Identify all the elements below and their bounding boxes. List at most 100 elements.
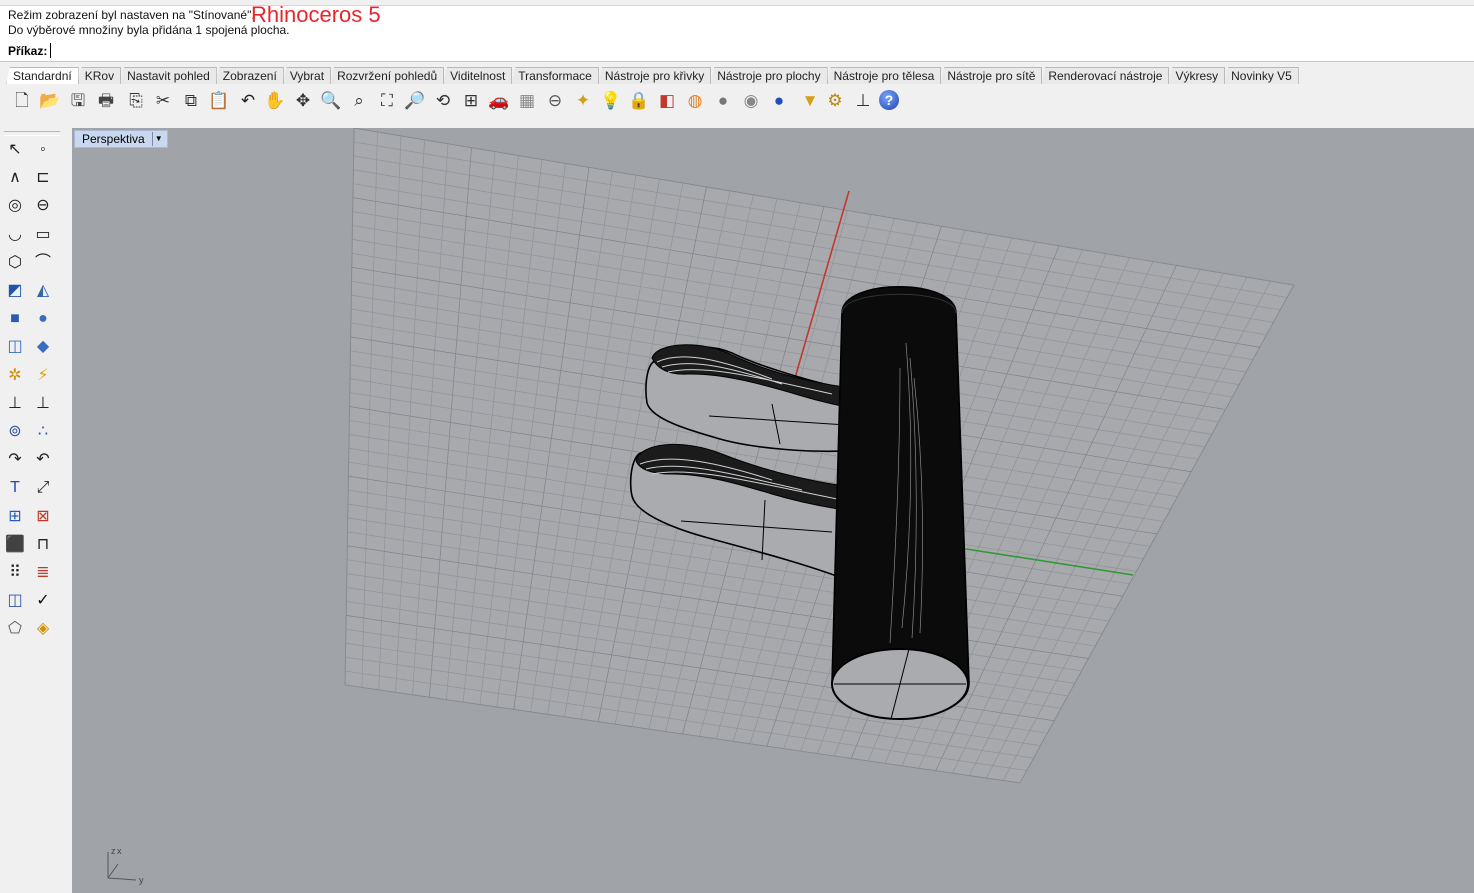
tab-9[interactable]: Nástroje pro plochy	[710, 67, 828, 84]
join-icon[interactable]: ⊥	[31, 392, 55, 416]
axis-label-x: x	[117, 846, 122, 856]
mirror-icon[interactable]: ⊠	[31, 505, 55, 529]
rectangle-icon[interactable]: ▭	[31, 223, 55, 247]
point-icon[interactable]: ◦	[31, 138, 55, 162]
standard-toolbar: 🗋 📂 🖫 🖶 ⎘ ✂ ⧉ 📋 ↶ ✋ ✥ 🔍 ⌕ ⛶ 🔎 ⟲ ⊞ 🚗 ▦ ⊖ ✦ 💡 🔒 ◧ ◍ ● ◉ ● ▼ ⚙ ⊥?	[0, 84, 1474, 129]
command-label: Příkaz:	[8, 44, 48, 58]
zoom-selected-icon[interactable]: 🔎	[403, 88, 427, 112]
paint-bucket-icon[interactable]: ◈	[31, 617, 55, 641]
curve-points-icon[interactable]: ⊏	[31, 166, 55, 190]
align-icon[interactable]: ≣	[31, 561, 55, 585]
arc-icon[interactable]: ◡	[3, 223, 27, 247]
open-folder-icon[interactable]: 📂	[38, 88, 62, 112]
toolbar-grip[interactable]	[4, 131, 60, 136]
rotate-view-icon[interactable]: ✥	[291, 88, 315, 112]
undo-view-icon[interactable]: ⟲	[431, 88, 455, 112]
tab-4[interactable]: Vybrat	[282, 67, 332, 84]
tab-8[interactable]: Nástroje pro křivky	[597, 67, 712, 84]
box-edit-icon[interactable]: ⬛	[3, 533, 27, 557]
history-line-1: Režim zobrazení byl nastaven na "Stínova…	[8, 8, 255, 22]
layer-colors-icon[interactable]: ◧	[655, 88, 679, 112]
undo-icon[interactable]: ↶	[236, 88, 260, 112]
curve-from-object-icon[interactable]: ↶	[31, 448, 55, 472]
axis-label-y: y	[139, 875, 144, 885]
cone-icon[interactable]: ▼	[798, 88, 822, 112]
grid-options-icon[interactable]: ▦	[515, 88, 539, 112]
viewport-menu-arrow-icon[interactable]: ▼	[151, 132, 165, 146]
world-axes-icon: z x y	[107, 846, 144, 885]
fillet-curve-icon[interactable]: ⌒	[31, 251, 55, 275]
cut-icon[interactable]: ✂	[151, 88, 175, 112]
paste-icon[interactable]: 📋	[207, 88, 231, 112]
new-file-icon[interactable]: 🗋	[10, 88, 34, 112]
tab-14[interactable]: Novinky V5	[1224, 67, 1299, 84]
axis-label-z: z	[111, 846, 116, 856]
surface-analysis-icon[interactable]: ◫	[3, 589, 27, 613]
split-icon[interactable]: ⊥	[3, 392, 27, 416]
rendered-sphere-icon[interactable]: ◉	[739, 88, 763, 112]
help-icon[interactable]: ?	[879, 90, 899, 110]
plane-mesh-icon[interactable]: ◆	[31, 335, 55, 359]
tab-10[interactable]: Nástroje pro tělesa	[826, 67, 942, 84]
tab-0[interactable]: Standardní	[6, 67, 79, 85]
layer-icon[interactable]: ⊖	[543, 88, 567, 112]
group-points-icon[interactable]: ∴	[31, 420, 55, 444]
command-input[interactable]	[50, 43, 1465, 58]
tab-2[interactable]: Nastavit pohled	[120, 67, 217, 84]
viewport-perspective[interactable]: Perspektiva ▼ z x y	[72, 128, 1474, 893]
polygon-icon[interactable]: ⬡	[3, 251, 27, 275]
save-icon[interactable]: 🖫	[66, 88, 90, 112]
color-wheel-icon[interactable]: ◍	[683, 88, 707, 112]
viewport-title: Perspektiva	[82, 132, 145, 146]
viewport-title-tab[interactable]: Perspektiva ▼	[74, 130, 168, 148]
tab-11[interactable]: Nástroje pro sítě	[940, 67, 1043, 84]
zoom-window-icon[interactable]: ⌕	[347, 88, 371, 112]
shaded-sphere-icon[interactable]: ●	[711, 88, 735, 112]
check-icon[interactable]: ✓	[31, 589, 55, 613]
boolean-union-icon[interactable]: ⊚	[3, 420, 27, 444]
text-object-icon[interactable]: T	[3, 476, 27, 500]
block-icon[interactable]: ⬠	[3, 617, 27, 641]
grid-array-icon[interactable]: ⠿	[3, 561, 27, 585]
zoom-extents-icon[interactable]: ⛶	[375, 88, 399, 112]
3d-scene[interactable]	[72, 128, 1474, 893]
curve-offset-icon[interactable]: ↷	[3, 448, 27, 472]
extrude-icon[interactable]: ◫	[3, 335, 27, 359]
lock-icon[interactable]: 🔒	[627, 88, 651, 112]
car-render-icon[interactable]: 🚗	[487, 88, 511, 112]
pan-hand-icon[interactable]: ✋	[263, 88, 287, 112]
tab-5[interactable]: Rozvržení pohledů	[330, 67, 445, 84]
snap-icon[interactable]: ✦	[571, 88, 595, 112]
cplane-icon[interactable]: ⊥	[851, 88, 875, 112]
loft-surface-icon[interactable]: ◭	[31, 279, 55, 303]
polyline-icon[interactable]: ∧	[3, 166, 27, 190]
tab-3[interactable]: Zobrazení	[215, 67, 284, 84]
zoom-icon[interactable]: 🔍	[319, 88, 343, 112]
explode-gear-icon[interactable]: ✲	[3, 364, 27, 388]
surface-from-points-icon[interactable]: ◩	[3, 279, 27, 303]
transform-icon[interactable]: ⤢	[31, 476, 55, 500]
print-icon[interactable]: 🖶	[94, 88, 118, 112]
tab-1[interactable]: KRov	[77, 67, 122, 84]
tab-7[interactable]: Transformace	[511, 67, 599, 84]
select-arrow-icon[interactable]: ↖	[3, 138, 27, 162]
tab-12[interactable]: Renderovací nástroje	[1041, 67, 1170, 84]
tab-13[interactable]: Výkresy	[1168, 67, 1226, 84]
sphere-boolean-icon[interactable]: ●	[31, 307, 55, 331]
dimension-icon[interactable]: ⊓	[31, 533, 55, 557]
history-line-2: Do výběrové množiny byla přidána 1 spoje…	[8, 23, 290, 37]
command-line: Příkaz:	[0, 41, 1474, 62]
import-icon[interactable]: ⎘	[124, 88, 148, 112]
gear-settings-icon[interactable]: ⚙	[823, 88, 847, 112]
tab-6[interactable]: Viditelnost	[443, 67, 513, 84]
circle-icon[interactable]: ◎	[3, 194, 27, 218]
trim-icon[interactable]: ⚡	[31, 364, 55, 388]
four-viewports-icon[interactable]: ⊞	[459, 88, 483, 112]
copy-icon[interactable]: ⧉	[179, 88, 203, 112]
array-icon[interactable]: ⊞	[3, 505, 27, 529]
ellipse-icon[interactable]: ⊖	[31, 194, 55, 218]
construction-plane	[344, 128, 1295, 784]
light-bulb-icon[interactable]: 💡	[599, 88, 623, 112]
box-solid-icon[interactable]: ■	[3, 307, 27, 331]
blue-sphere-icon[interactable]: ●	[767, 88, 791, 112]
